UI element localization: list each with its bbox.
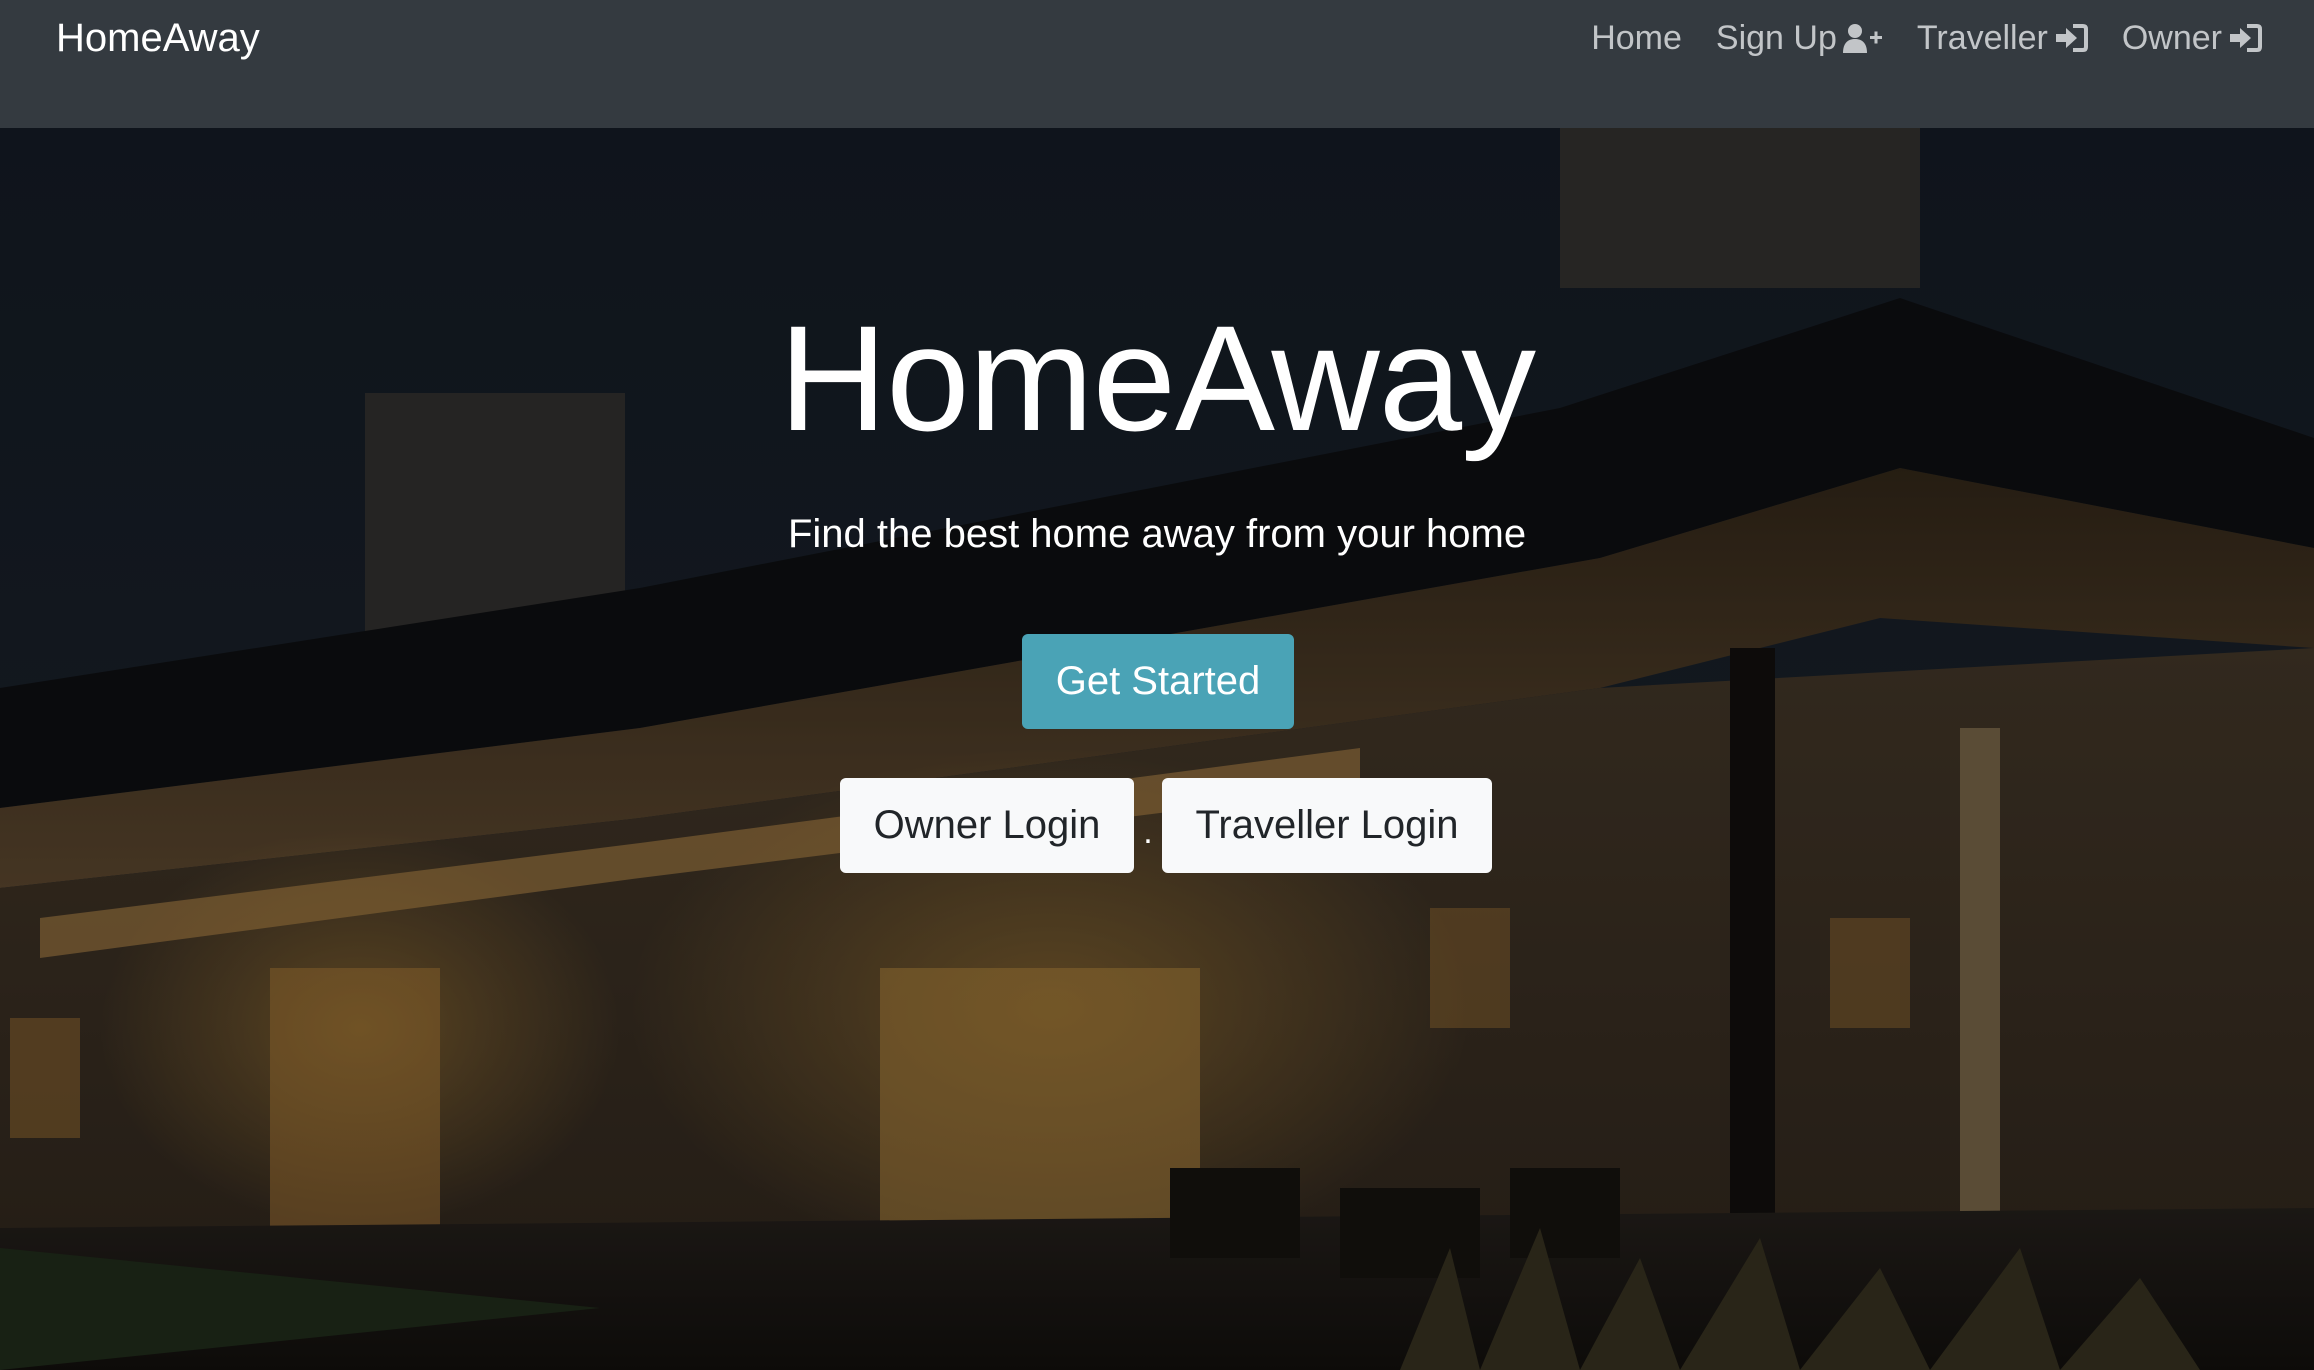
brand-logo[interactable]: HomeAway xyxy=(56,12,260,64)
login-separator: . xyxy=(1143,813,1153,851)
navbar: HomeAway Home Sign Up Traveller Owner xyxy=(0,0,2314,128)
owner-login-button[interactable]: Owner Login xyxy=(840,778,1134,873)
get-started-button[interactable]: Get Started xyxy=(1022,634,1294,729)
sign-in-icon xyxy=(2228,23,2262,53)
nav-link-sign-up[interactable]: Sign Up xyxy=(1716,19,1883,58)
hero-title: HomeAway xyxy=(778,294,1536,462)
user-plus-icon xyxy=(1842,23,1883,53)
traveller-login-button[interactable]: Traveller Login xyxy=(1162,778,1492,873)
nav-link-sign-up-label: Sign Up xyxy=(1715,18,1837,57)
nav-link-home[interactable]: Home xyxy=(1591,19,1682,58)
sign-in-icon xyxy=(2054,23,2088,53)
nav-link-traveller[interactable]: Traveller xyxy=(1917,19,2088,58)
hero-subtitle: Find the best home away from your home xyxy=(787,512,1527,556)
nav-link-traveller-label: Traveller xyxy=(1916,18,2048,57)
nav-links: Home Sign Up Traveller Owner xyxy=(1591,12,2262,64)
nav-link-owner[interactable]: Owner xyxy=(2122,19,2262,58)
hero-section: HomeAway Find the best home away from yo… xyxy=(0,128,2314,1370)
nav-link-home-label: Home xyxy=(1591,18,1682,57)
nav-link-owner-label: Owner xyxy=(2121,18,2222,57)
